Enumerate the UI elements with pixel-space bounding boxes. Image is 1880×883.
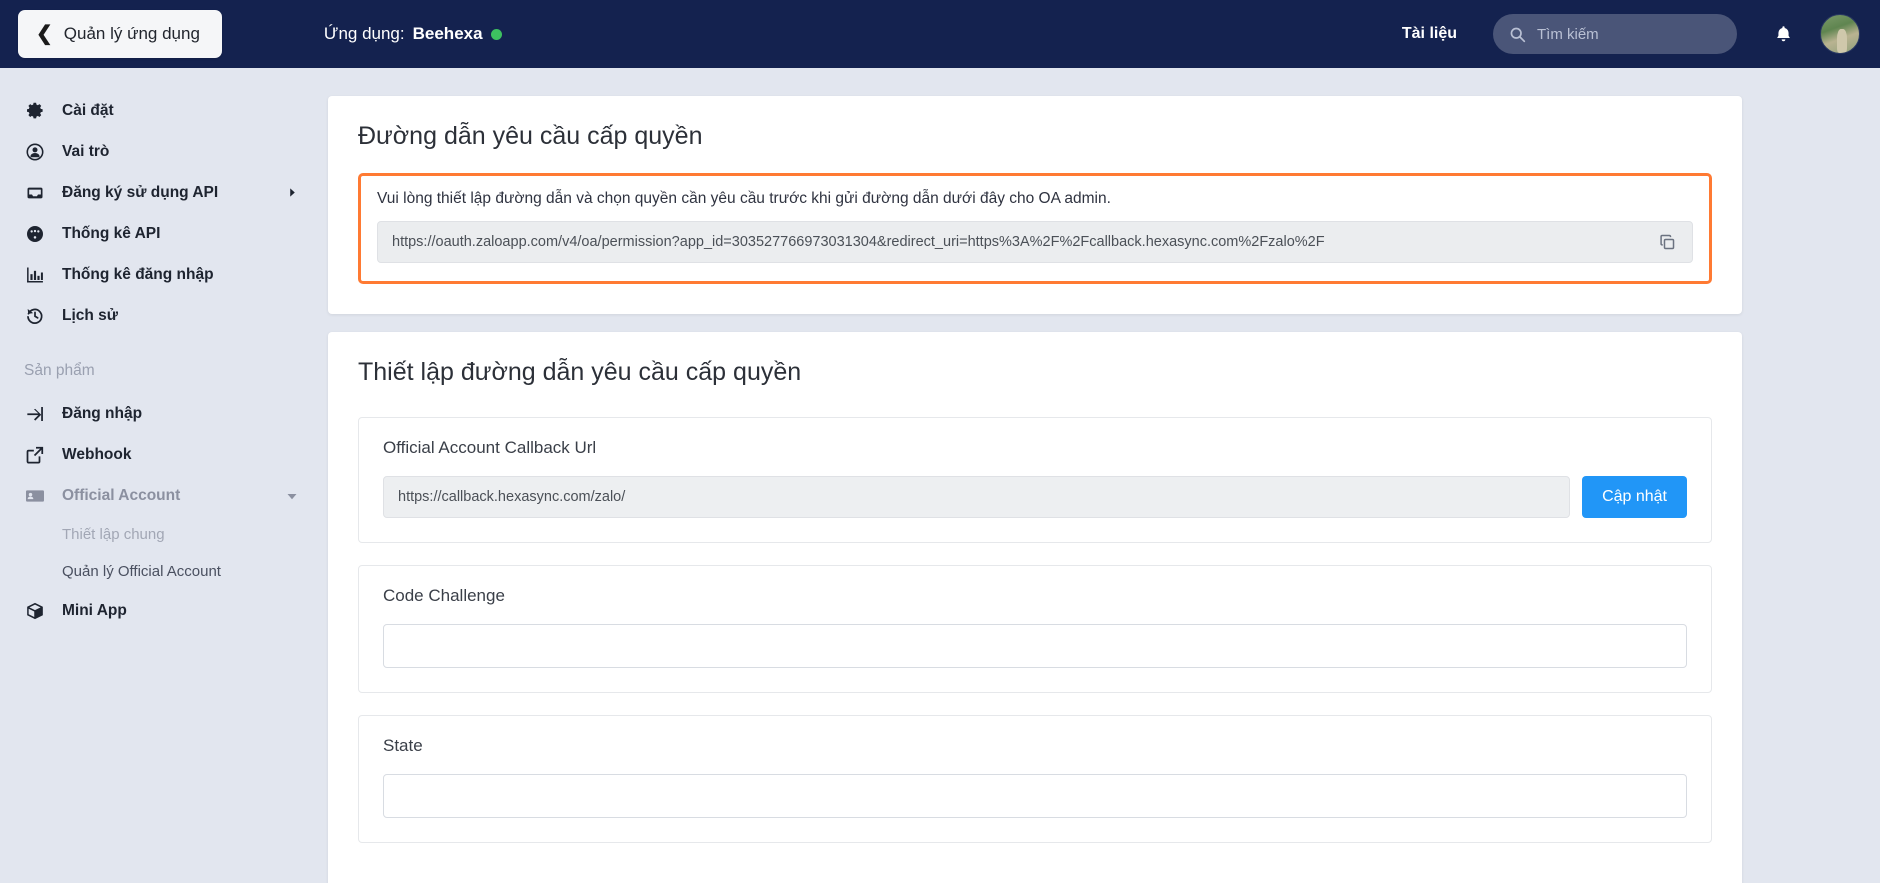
gear-icon bbox=[24, 100, 46, 122]
permission-url-settings-card: Thiết lập đường dẫn yêu cầu cấp quyền Of… bbox=[328, 332, 1742, 883]
main-content-area: Đường dẫn yêu cầu cấp quyền Vui lòng thi… bbox=[320, 68, 1880, 883]
chevron-right-icon bbox=[287, 187, 298, 198]
top-navigation-bar: ❮ Quản lý ứng dụng Ứng dụng: Beehexa Tài… bbox=[0, 0, 1880, 68]
field-group-code-challenge: Code Challenge bbox=[358, 565, 1712, 693]
state-label: State bbox=[383, 736, 1687, 756]
external-link-icon bbox=[24, 444, 46, 466]
alert-message: Vui lòng thiết lập đường dẫn và chọn quy… bbox=[377, 190, 1693, 208]
sidebar-item-label: Mini App bbox=[62, 602, 127, 620]
sidebar: Cài đặt Vai trò Đăng ký sử dụng API bbox=[0, 68, 320, 883]
field-group-callback-url: Official Account Callback Url Cập nhật bbox=[358, 417, 1712, 543]
sidebar-item-webhook[interactable]: Webhook bbox=[0, 434, 320, 475]
sidebar-item-label: Cài đặt bbox=[62, 102, 114, 120]
chevron-down-icon bbox=[286, 490, 298, 502]
sidebar-item-label: Đăng ký sử dụng API bbox=[62, 184, 218, 202]
sidebar-item-login-statistics[interactable]: Thống kê đăng nhập bbox=[0, 254, 320, 295]
permission-url-value: https://oauth.zaloapp.com/v4/oa/permissi… bbox=[378, 222, 1642, 262]
sidebar-item-label: Vai trò bbox=[62, 143, 109, 161]
permission-url-row: https://oauth.zaloapp.com/v4/oa/permissi… bbox=[377, 221, 1693, 263]
permission-url-card: Đường dẫn yêu cầu cấp quyền Vui lòng thi… bbox=[328, 96, 1742, 314]
sidebar-section-label: Sản phẩm bbox=[0, 362, 320, 380]
sidebar-item-mini-app[interactable]: Mini App bbox=[0, 590, 320, 631]
sidebar-subitem-general-settings[interactable]: Thiết lập chung bbox=[0, 516, 320, 553]
sidebar-item-label: Official Account bbox=[62, 487, 180, 505]
history-icon bbox=[24, 305, 46, 327]
sidebar-subitem-manage-official-account[interactable]: Quản lý Official Account bbox=[0, 553, 320, 590]
bar-chart-icon bbox=[24, 264, 46, 286]
app-name-label: Beehexa bbox=[413, 24, 483, 44]
code-challenge-row bbox=[383, 624, 1687, 668]
state-input[interactable] bbox=[383, 774, 1687, 818]
topbar-right-group: Tài liệu bbox=[1402, 14, 1880, 54]
current-app-indicator: Ứng dụng: Beehexa bbox=[324, 24, 502, 44]
update-button[interactable]: Cập nhật bbox=[1582, 476, 1687, 518]
sidebar-item-label: Thống kê API bbox=[62, 225, 160, 243]
search-input[interactable] bbox=[1537, 26, 1721, 43]
login-icon bbox=[24, 403, 46, 425]
field-group-state: State bbox=[358, 715, 1712, 843]
avatar[interactable] bbox=[1820, 14, 1860, 54]
sidebar-item-api-registration[interactable]: Đăng ký sử dụng API bbox=[0, 172, 320, 213]
code-challenge-input[interactable] bbox=[383, 624, 1687, 668]
bell-icon[interactable] bbox=[1773, 24, 1794, 45]
sidebar-subitem-label: Quản lý Official Account bbox=[62, 563, 221, 580]
documentation-link[interactable]: Tài liệu bbox=[1402, 25, 1457, 43]
back-to-app-management-button[interactable]: ❮ Quản lý ứng dụng bbox=[18, 10, 222, 58]
sidebar-item-official-account[interactable]: Official Account bbox=[0, 475, 320, 516]
sidebar-item-label: Đăng nhập bbox=[62, 405, 142, 423]
permission-url-alert: Vui lòng thiết lập đường dẫn và chọn quy… bbox=[358, 173, 1712, 284]
app-prefix-label: Ứng dụng: bbox=[324, 24, 405, 44]
inbox-icon bbox=[24, 182, 46, 204]
sidebar-item-api-statistics[interactable]: Thống kê API bbox=[0, 213, 320, 254]
sidebar-subitem-label: Thiết lập chung bbox=[62, 526, 165, 543]
search-box[interactable] bbox=[1493, 14, 1737, 54]
state-row bbox=[383, 774, 1687, 818]
callback-url-row: Cập nhật bbox=[383, 476, 1687, 518]
cube-icon bbox=[24, 600, 46, 622]
search-icon bbox=[1509, 26, 1526, 43]
callback-url-input[interactable] bbox=[383, 476, 1570, 518]
callback-url-label: Official Account Callback Url bbox=[383, 438, 1687, 458]
back-button-label: Quản lý ứng dụng bbox=[64, 24, 200, 44]
settings-section-title: Thiết lập đường dẫn yêu cầu cấp quyền bbox=[358, 358, 1712, 387]
copy-icon[interactable] bbox=[1642, 222, 1692, 262]
sidebar-item-settings[interactable]: Cài đặt bbox=[0, 90, 320, 131]
chevron-left-icon: ❮ bbox=[36, 24, 53, 44]
sidebar-item-history[interactable]: Lịch sử bbox=[0, 295, 320, 336]
sidebar-item-roles[interactable]: Vai trò bbox=[0, 131, 320, 172]
sidebar-item-login[interactable]: Đăng nhập bbox=[0, 393, 320, 434]
sidebar-item-label: Webhook bbox=[62, 446, 131, 464]
sidebar-item-label: Thống kê đăng nhập bbox=[62, 266, 214, 284]
status-dot-icon bbox=[491, 29, 502, 40]
gauge-icon bbox=[24, 223, 46, 245]
code-challenge-label: Code Challenge bbox=[383, 586, 1687, 606]
id-card-icon bbox=[24, 485, 46, 507]
sidebar-item-label: Lịch sử bbox=[62, 307, 118, 325]
user-circle-icon bbox=[24, 141, 46, 163]
page-title: Đường dẫn yêu cầu cấp quyền bbox=[358, 122, 1712, 151]
